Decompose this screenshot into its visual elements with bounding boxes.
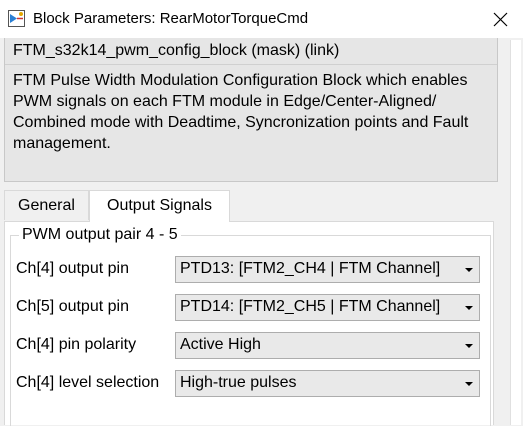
title-bar: Block Parameters: RearMotorTorqueCmd [0, 0, 523, 38]
ch4-output-pin-label: Ch[4] output pin [16, 260, 129, 277]
mask-description: FTM Pulse Width Modulation Configuration… [13, 72, 469, 152]
simulink-block-icon [8, 10, 25, 27]
dropdown-arrow-icon [465, 306, 473, 310]
ch5-output-pin-label: Ch[5] output pin [16, 298, 129, 315]
ch4-pin-polarity-label: Ch[4] pin polarity [16, 336, 137, 353]
ch5-output-pin-select[interactable]: PTD14: [FTM2_CH5 | FTM Channel] [175, 294, 480, 321]
tab-general[interactable]: General [4, 190, 89, 220]
ch4-output-pin-select[interactable]: PTD13: [FTM2_CH4 | FTM Channel] [175, 256, 480, 283]
mask-description-panel: FTM_s32k14_pwm_config_block (mask) (link… [4, 38, 498, 182]
select-value: PTD13: [FTM2_CH4 | FTM Channel] [180, 260, 441, 277]
dropdown-arrow-icon [465, 268, 473, 272]
close-button[interactable] [477, 0, 523, 38]
divider [5, 64, 497, 65]
dropdown-arrow-icon [465, 382, 473, 386]
block-parameters-dialog: Block Parameters: RearMotorTorqueCmd FTM… [0, 0, 523, 426]
tab-output-signals[interactable]: Output Signals [89, 190, 230, 222]
group-title: PWM output pair 4 - 5 [19, 226, 181, 244]
select-value: Active High [180, 336, 261, 353]
dropdown-arrow-icon [465, 344, 473, 348]
window-title: Block Parameters: RearMotorTorqueCmd [33, 10, 309, 27]
select-value: PTD14: [FTM2_CH5 | FTM Channel] [180, 298, 441, 315]
close-icon [493, 12, 507, 26]
vertical-scrollbar[interactable] [510, 40, 521, 425]
ch4-level-selection-label: Ch[4] level selection [16, 374, 160, 391]
tab-content-panel: PWM output pair 4 - 5 Ch[4] output pin P… [4, 221, 494, 426]
mask-title: FTM_s32k14_pwm_config_block (mask) (link… [13, 42, 340, 59]
ch4-level-selection-select[interactable]: High-true pulses [175, 370, 480, 397]
select-value: High-true pulses [180, 374, 297, 391]
ch4-pin-polarity-select[interactable]: Active High [175, 332, 480, 359]
